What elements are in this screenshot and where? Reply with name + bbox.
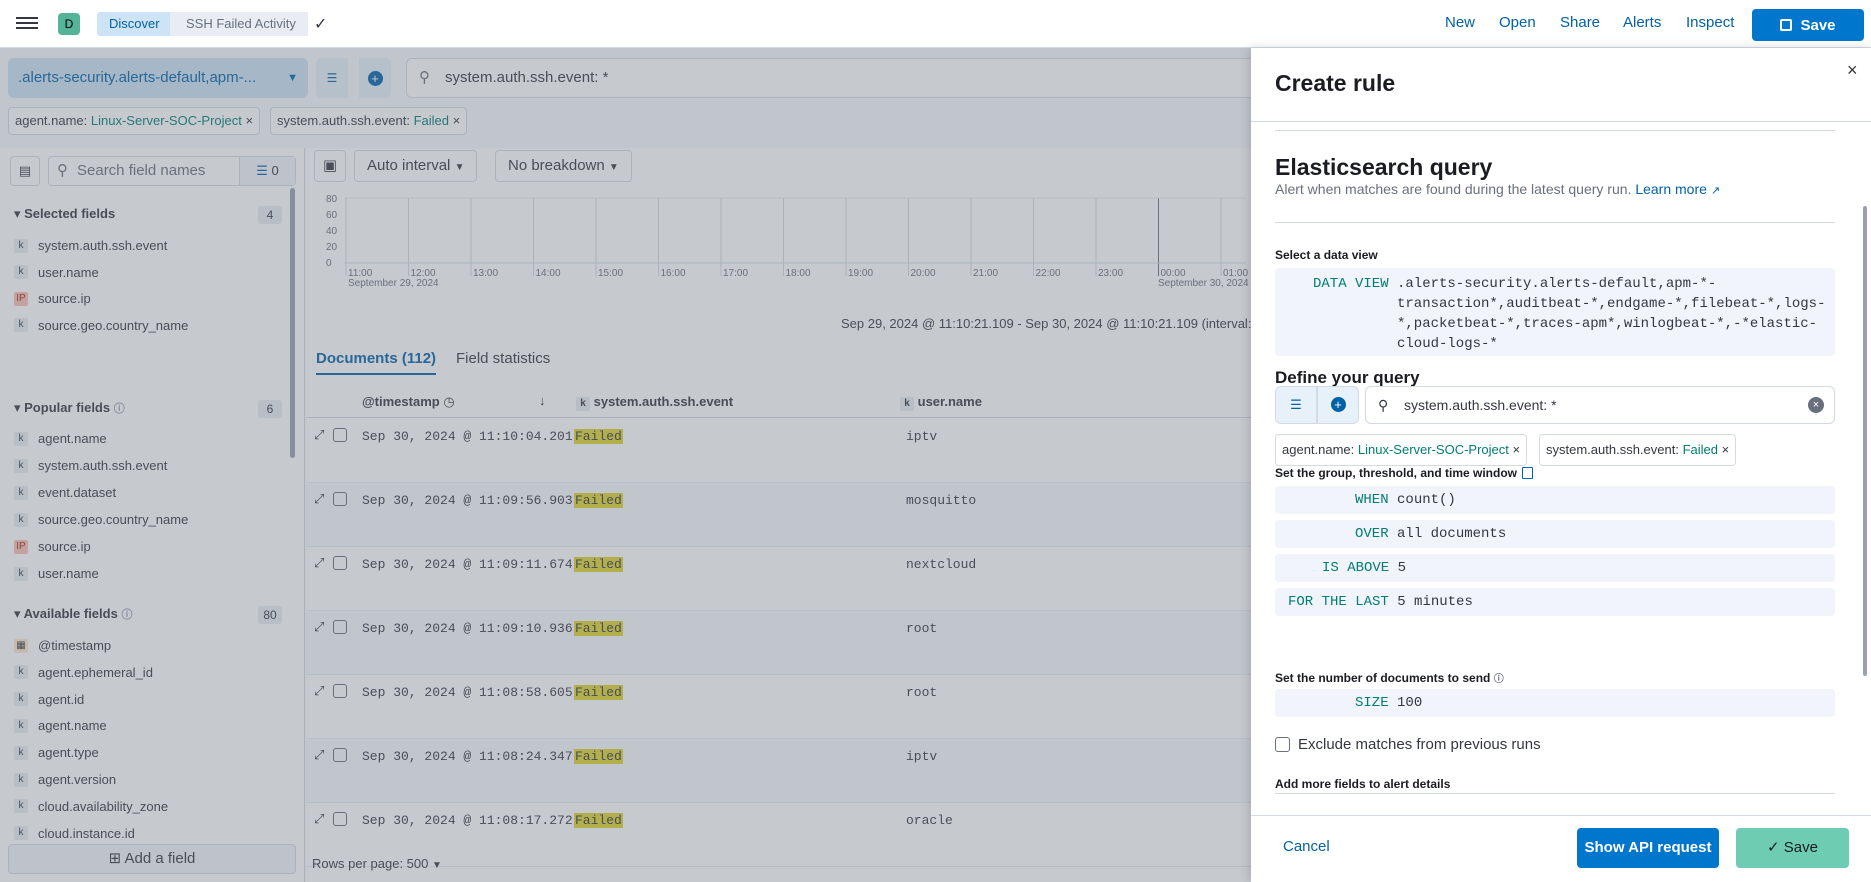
- menu-icon[interactable]: [16, 14, 38, 34]
- inspect-link[interactable]: Inspect: [1686, 14, 1734, 31]
- breadcrumb-current: SSH Failed Activity: [170, 12, 308, 36]
- data-view-section-label: Select a data view: [1275, 248, 1378, 262]
- rule-query-text: system.auth.ssh.event: *: [1404, 397, 1557, 413]
- share-link[interactable]: Share: [1560, 14, 1600, 31]
- plus-circle-icon: +: [1330, 397, 1346, 412]
- divider: [1275, 130, 1835, 131]
- threshold-expression[interactable]: IS ABOVE 5: [1275, 554, 1835, 582]
- alerts-link[interactable]: Alerts: [1623, 14, 1661, 31]
- show-api-request-button[interactable]: Show API request: [1577, 828, 1719, 868]
- save-button[interactable]: Save: [1752, 9, 1864, 41]
- filter-menu-button[interactable]: ☰: [1275, 386, 1317, 424]
- description-text: Alert when matches are found during the …: [1275, 181, 1632, 197]
- exclude-matches-checkbox[interactable]: Exclude matches from previous runs: [1275, 736, 1541, 753]
- rule-filter-pill-agent[interactable]: agent.name: Linux-Server-SOC-Project ×: [1275, 434, 1528, 466]
- add-filter-button[interactable]: +: [1317, 386, 1359, 424]
- close-icon[interactable]: ×: [1722, 442, 1730, 457]
- flyout-scrollbar[interactable]: [1863, 206, 1867, 676]
- over-value: all documents: [1397, 526, 1507, 542]
- save-rule-button[interactable]: ✓ Save: [1736, 828, 1849, 868]
- divider: [1275, 222, 1835, 223]
- cancel-button[interactable]: Cancel: [1283, 838, 1330, 855]
- close-icon[interactable]: ×: [1513, 442, 1521, 457]
- breadcrumb-discover[interactable]: Discover: [97, 12, 174, 36]
- create-rule-flyout: Create rule × Elasticsearch query Alert …: [1251, 48, 1871, 882]
- external-link-icon: ↗: [1710, 185, 1721, 197]
- top-header: D Discover SSH Failed Activity ✓ New Ope…: [0, 0, 1871, 48]
- size-section-label: Set the number of documents to send ⓘ: [1275, 670, 1504, 685]
- over-keyword: OVER: [1355, 526, 1389, 542]
- size-value: 100: [1397, 695, 1423, 711]
- divider: [1251, 121, 1871, 122]
- last-value: 5 minutes: [1397, 594, 1473, 610]
- flyout-footer: Cancel Show API request ✓ Save: [1251, 815, 1871, 882]
- rule-type-title: Elasticsearch query: [1275, 154, 1493, 180]
- above-value: 5: [1397, 560, 1407, 576]
- when-value: count(): [1397, 492, 1456, 508]
- data-view-line: transaction*,auditbeat-*,endgame-*,fileb…: [1397, 296, 1826, 312]
- data-view-line: cloud-logs-*: [1397, 336, 1498, 352]
- check-icon: ✓: [1767, 839, 1780, 856]
- threshold-label-text: Set the group, threshold, and time windo…: [1275, 466, 1518, 480]
- clear-icon[interactable]: ×: [1808, 397, 1824, 413]
- close-icon[interactable]: ×: [1847, 60, 1858, 81]
- help-icon[interactable]: ⓘ: [1494, 674, 1504, 685]
- filter-key: agent.name:: [1282, 442, 1358, 457]
- more-fields-row: [1275, 793, 1835, 799]
- save-icon: [1780, 19, 1793, 31]
- when-keyword: WHEN: [1355, 492, 1389, 508]
- more-fields-label: Add more fields to alert details: [1275, 777, 1451, 791]
- docs-book-icon[interactable]: [1522, 467, 1534, 479]
- data-view-line: *,packetbeat-*,traces-apm*,winlogbeat-*,…: [1397, 316, 1818, 332]
- space-avatar[interactable]: D: [58, 13, 80, 35]
- rule-query-input[interactable]: ⚲ system.auth.ssh.event: * ×: [1365, 386, 1835, 424]
- last-keyword: FOR THE LAST: [1288, 594, 1389, 610]
- size-expression[interactable]: SIZE 100: [1275, 689, 1835, 717]
- filter-icon: ☰: [1290, 397, 1302, 412]
- data-view-keyword: DATA VIEW: [1313, 276, 1389, 292]
- filter-value: Failed: [1682, 442, 1718, 457]
- size-keyword: SIZE: [1355, 695, 1389, 711]
- save-label: Save: [1783, 839, 1818, 856]
- data-view-expression[interactable]: DATA VIEW .alerts-security.alerts-defaul…: [1275, 268, 1835, 356]
- filter-key: system.auth.ssh.event:: [1546, 442, 1683, 457]
- checkbox-box[interactable]: [1275, 737, 1290, 752]
- size-label-text: Set the number of documents to send: [1275, 671, 1491, 685]
- time-window-expression[interactable]: FOR THE LAST 5 minutes: [1275, 588, 1835, 616]
- learn-more-label: Learn more: [1635, 181, 1707, 197]
- modal-overlay[interactable]: [0, 48, 1251, 882]
- check-icon[interactable]: ✓: [314, 14, 327, 34]
- flyout-title: Create rule: [1275, 70, 1396, 96]
- data-view-line: .alerts-security.alerts-default,apm-*-: [1397, 276, 1717, 292]
- exclude-label: Exclude matches from previous runs: [1298, 736, 1541, 753]
- above-keyword: IS ABOVE: [1322, 560, 1390, 576]
- open-link[interactable]: Open: [1499, 14, 1536, 31]
- save-label: Save: [1800, 16, 1836, 34]
- define-query-heading: Define your query: [1275, 368, 1420, 387]
- rule-filter-pill-event[interactable]: system.auth.ssh.event: Failed ×: [1539, 434, 1737, 466]
- learn-more-link[interactable]: Learn more ↗: [1635, 181, 1720, 197]
- search-icon: ⚲: [1378, 397, 1389, 413]
- threshold-section-label: Set the group, threshold, and time windo…: [1275, 466, 1534, 480]
- over-expression[interactable]: OVER all documents: [1275, 520, 1835, 548]
- new-link[interactable]: New: [1445, 14, 1475, 31]
- filter-value: Linux-Server-SOC-Project: [1357, 442, 1509, 457]
- when-expression[interactable]: WHEN count(): [1275, 486, 1835, 514]
- rule-description: Alert when matches are found during the …: [1275, 181, 1720, 197]
